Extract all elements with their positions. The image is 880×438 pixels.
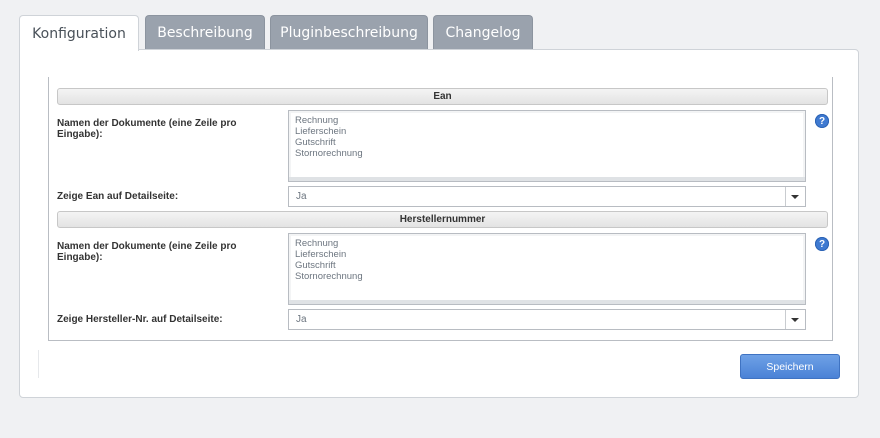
textarea-resize-strip[interactable] <box>289 177 805 181</box>
documents-label-herstellernummer: Namen der Dokumente (eine Zeile pro Eing… <box>57 241 237 263</box>
help-icon[interactable]: ? <box>815 237 829 251</box>
select-value: Ja <box>296 191 307 202</box>
section-header-herstellernummer: Herstellernummer <box>57 211 828 228</box>
document-line: Gutschrift <box>295 260 336 271</box>
documents-lines: Rechnung Lieferschein Gutschrift Stornor… <box>295 115 363 159</box>
document-line: Gutschrift <box>295 137 336 148</box>
footer-divider <box>38 350 39 378</box>
document-line: Stornorechnung <box>295 148 363 159</box>
tab-beschreibung[interactable]: Beschreibung <box>145 15 265 49</box>
chevron-down-icon <box>791 195 799 199</box>
document-line: Rechnung <box>295 238 339 249</box>
dropdown-trigger[interactable] <box>785 187 805 206</box>
herstellernummer-detail-select[interactable]: Ja <box>288 309 806 330</box>
document-line: Lieferschein <box>295 249 347 260</box>
documents-textarea-herstellernummer[interactable]: Rechnung Lieferschein Gutschrift Stornor… <box>288 233 806 305</box>
documents-lines: Rechnung Lieferschein Gutschrift Stornor… <box>295 238 363 282</box>
tab-konfiguration[interactable]: Konfiguration <box>19 15 139 51</box>
section-header-ean: Ean <box>57 88 828 105</box>
textarea-resize-strip[interactable] <box>289 300 805 304</box>
dropdown-trigger[interactable] <box>785 310 805 329</box>
select-label-ean: Zeige Ean auf Detailseite: <box>57 191 179 202</box>
document-line: Rechnung <box>295 115 339 126</box>
select-label-herstellernummer: Zeige Hersteller-Nr. auf Detailseite: <box>57 314 223 325</box>
chevron-down-icon <box>791 318 799 322</box>
ean-detail-select[interactable]: Ja <box>288 186 806 207</box>
tab-pluginbeschreibung[interactable]: Pluginbeschreibung <box>270 15 428 49</box>
help-icon[interactable]: ? <box>815 114 829 128</box>
select-value: Ja <box>296 314 307 325</box>
config-form[interactable]: Ean Namen der Dokumente (eine Zeile pro … <box>48 77 833 341</box>
documents-label-ean: Namen der Dokumente (eine Zeile pro Eing… <box>57 118 237 140</box>
documents-textarea-ean[interactable]: Rechnung Lieferschein Gutschrift Stornor… <box>288 110 806 182</box>
document-line: Stornorechnung <box>295 271 363 282</box>
document-line: Lieferschein <box>295 126 347 137</box>
save-button[interactable]: Speichern <box>740 354 840 379</box>
tab-changelog[interactable]: Changelog <box>433 15 533 49</box>
